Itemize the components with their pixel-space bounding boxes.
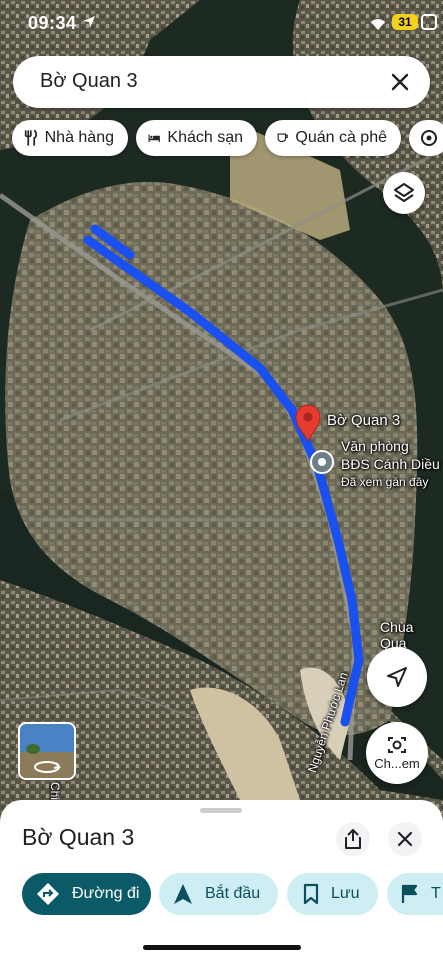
- temple-label: Chùa Qua: [380, 619, 414, 651]
- place-label-line1: Văn phòng: [341, 438, 409, 454]
- action-label: T: [431, 885, 441, 902]
- action-label: Đường đi: [72, 885, 140, 902]
- side-street-label: Chi: [48, 782, 62, 801]
- sheet-drag-handle[interactable]: [200, 808, 242, 813]
- place-label-line2: BĐS Cánh Diều: [341, 456, 440, 472]
- lens-label: Ch...em: [374, 756, 420, 771]
- wifi-icon: [371, 19, 385, 30]
- restaurant-icon: [24, 129, 37, 146]
- share-icon: [345, 829, 361, 849]
- lens-button[interactable]: Ch...em: [366, 722, 428, 784]
- close-icon[interactable]: [388, 70, 412, 94]
- share-button[interactable]: [336, 822, 370, 856]
- bookmark-icon: [303, 883, 319, 905]
- place-title: Bờ Quan 3: [22, 824, 135, 850]
- camera-lens-icon: [388, 737, 406, 753]
- directions-button[interactable]: Đường đi: [22, 873, 151, 915]
- status-bar: 09:34 31: [0, 0, 443, 46]
- close-icon: [397, 831, 413, 847]
- layers-icon: [394, 183, 414, 202]
- action-label: Lưu: [331, 885, 360, 902]
- pin-label: Bờ Quan 3: [327, 412, 401, 429]
- search-query[interactable]: Bờ Quan 3: [40, 70, 138, 93]
- chip-restaurants[interactable]: Nhà hàng: [12, 120, 128, 156]
- start-button[interactable]: Bắt đầu: [159, 873, 278, 915]
- coffee-icon: [277, 133, 288, 142]
- chip-attractions[interactable]: [409, 120, 443, 156]
- chip-hotels[interactable]: Khách sạn: [136, 120, 257, 156]
- flag-icon: [401, 884, 418, 903]
- place-bottom-sheet: Bờ Quan 3 Đường đi Bắt đầu Lưu T: [0, 800, 443, 960]
- chip-label: Quán cà phê: [295, 129, 387, 146]
- chip-label: Nhà hàng: [44, 129, 114, 146]
- place-sublabel: Đã xem gần đây: [341, 475, 429, 489]
- save-button[interactable]: Lưu: [287, 873, 378, 915]
- location-arrow-icon: [83, 16, 95, 28]
- street-view-thumbnail[interactable]: [18, 722, 76, 780]
- location-pin-icon[interactable]: [293, 402, 323, 442]
- navigation-icon: [174, 884, 192, 904]
- battery-indicator: 31: [392, 14, 418, 30]
- hotel-icon: [148, 134, 160, 142]
- search-bar[interactable]: Bờ Quan 3: [13, 56, 430, 108]
- recenter-button[interactable]: [367, 647, 427, 707]
- directions-icon: [37, 883, 59, 905]
- rotate-360-icon: [34, 761, 61, 773]
- close-sheet-button[interactable]: [388, 822, 422, 856]
- attractions-icon: [421, 130, 437, 146]
- chip-cafes[interactable]: Quán cà phê: [265, 120, 401, 156]
- navigation-arrow-icon: [387, 667, 407, 687]
- place-marker-icon[interactable]: [310, 450, 334, 474]
- chip-label: Khách sạn: [167, 129, 243, 146]
- action-label: Bắt đầu: [205, 885, 261, 902]
- status-time: 09:34: [28, 13, 77, 33]
- screen-record-icon: [421, 14, 437, 30]
- more-action-button[interactable]: T: [387, 873, 443, 915]
- home-indicator[interactable]: [143, 945, 301, 950]
- layers-button[interactable]: [383, 172, 425, 214]
